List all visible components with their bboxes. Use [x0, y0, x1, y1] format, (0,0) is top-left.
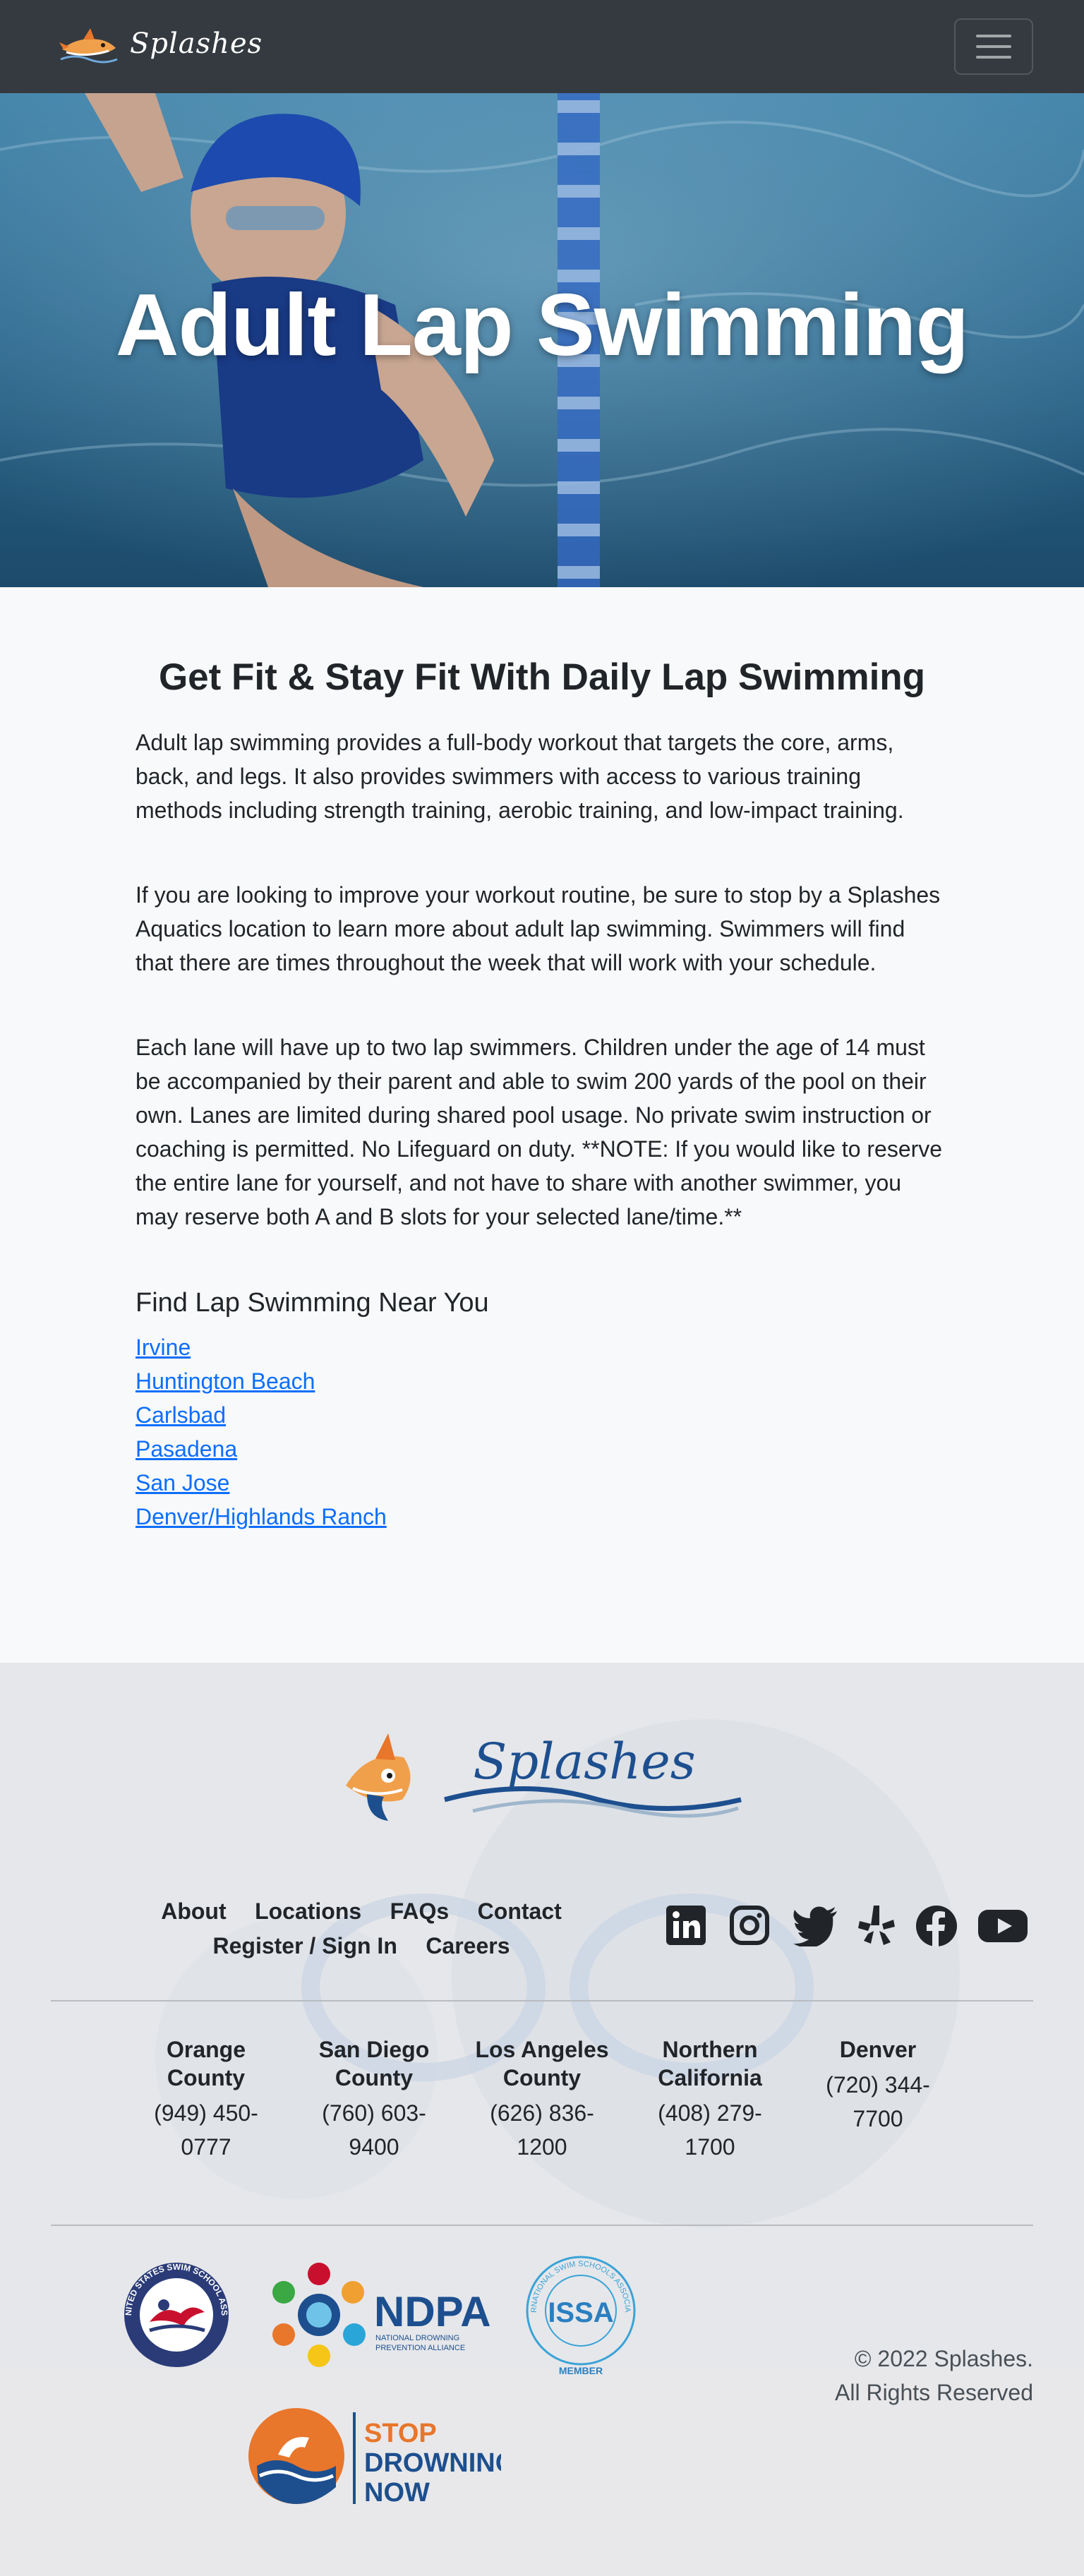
routine-paragraph: If you are looking to improve your worko… [136, 881, 941, 975]
footer-splashes-logo: Splashes [346, 1733, 742, 1821]
footer-divider [51, 2225, 1033, 2226]
footer-link-register[interactable]: Register / Sign In [212, 1933, 397, 1959]
brand-name: Splashes [130, 28, 263, 60]
region-phone[interactable]: (949) 450-0777 [136, 2096, 277, 2164]
copyright: © 2022 Splashes. All Rights Reserved [835, 2342, 1033, 2409]
svg-text:NATIONAL DROWNING: NATIONAL DROWNING [375, 2334, 459, 2342]
region-name: Northern California [658, 2037, 762, 2090]
region-northern-california: Northern California (408) 279-1700 [639, 2035, 781, 2164]
svg-text:MEMBER: MEMBER [559, 2365, 603, 2376]
region-phone[interactable]: (626) 836-1200 [471, 2096, 613, 2164]
rules-paragraph: Each lane will have up to two lap swimme… [136, 1034, 943, 1229]
region-name: Orange County [166, 2037, 246, 2090]
instagram-icon[interactable] [728, 1904, 771, 1948]
list-item: Carlsbad [136, 1398, 948, 1432]
region-contacts: Orange County (949) 450-0777 San Diego C… [136, 2035, 948, 2164]
rights-line: All Rights Reserved [835, 2380, 1033, 2405]
location-link-denver[interactable]: Denver/Highlands Ranch [136, 1504, 387, 1529]
footer: Splashes About Locations FAQs Contact Re… [0, 1663, 1084, 2576]
footer-nav: About Locations FAQs Contact Register / … [51, 1898, 672, 1968]
splashes-shark-logo-icon [59, 28, 118, 64]
region-orange-county: Orange County (949) 450-0777 [136, 2035, 277, 2164]
footer-link-locations[interactable]: Locations [255, 1898, 361, 1925]
linkedin-icon[interactable] [665, 1904, 707, 1948]
svg-text:PREVENTION ALLIANCE: PREVENTION ALLIANCE [375, 2344, 465, 2352]
list-item: Denver/Highlands Ranch [136, 1500, 948, 1534]
region-name: Denver [839, 2037, 917, 2062]
list-item: Irvine [136, 1330, 948, 1364]
svg-text:ISSA: ISSA [548, 2297, 613, 2328]
ussa-badge-logo: UNITED STATES SWIM SCHOOL ASSN 1970 1982 [121, 2260, 229, 2367]
locations-list: Irvine Huntington Beach Carlsbad Pasaden… [136, 1330, 948, 1534]
region-phone[interactable]: (760) 603-9400 [303, 2096, 445, 2164]
region-phone[interactable]: (720) 344-7700 [807, 2068, 948, 2136]
footer-link-contact[interactable]: Contact [478, 1898, 562, 1925]
location-link-san-jose[interactable]: San Jose [136, 1470, 229, 1495]
intro-paragraph: Adult lap swimming provides a full-body … [136, 729, 904, 823]
brand-link[interactable]: Splashes [59, 24, 263, 64]
svg-text:DROWNING: DROWNING [364, 2448, 501, 2478]
region-denver: Denver (720) 344-7700 [807, 2035, 948, 2164]
footer-link-about[interactable]: About [161, 1898, 226, 1925]
main-content: Get Fit & Stay Fit With Daily Lap Swimmi… [136, 587, 948, 1534]
issa-badge-logo: INTERNATIONAL SWIM SCHOOLS ASSOCIATION I… [522, 2254, 636, 2376]
region-san-diego: San Diego County (760) 603-9400 [303, 2035, 445, 2164]
region-los-angeles: Los Angeles County (626) 836-1200 [471, 2035, 613, 2164]
facebook-icon[interactable] [915, 1904, 958, 1948]
hero-title: Adult Lap Swimming [115, 277, 969, 374]
list-item: Huntington Beach [136, 1364, 948, 1398]
shark-mascot-icon [346, 1733, 411, 1821]
location-link-pasadena[interactable]: Pasadena [136, 1436, 237, 1462]
hamburger-menu-icon [976, 35, 1011, 37]
list-item: Pasadena [136, 1432, 948, 1466]
svg-text:Splashes: Splashes [473, 1733, 695, 1790]
footer-link-careers[interactable]: Careers [426, 1933, 510, 1959]
list-item: San Jose [136, 1466, 948, 1500]
copyright-line: © 2022 Splashes. [854, 2346, 1033, 2371]
region-phone[interactable]: (408) 279-1700 [639, 2096, 781, 2164]
menu-toggle-button[interactable] [954, 18, 1033, 75]
svg-text:NDPA: NDPA [374, 2288, 491, 2335]
footer-link-faqs[interactable]: FAQs [390, 1898, 450, 1925]
locations-heading: Find Lap Swimming Near You [136, 1287, 489, 1318]
svg-text:NOW: NOW [364, 2478, 430, 2508]
footer-divider [51, 2000, 1033, 2002]
region-name: San Diego County [318, 2037, 430, 2090]
region-name: Los Angeles County [475, 2037, 609, 2090]
youtube-icon[interactable] [978, 1904, 1028, 1948]
location-link-huntington-beach[interactable]: Huntington Beach [136, 1368, 315, 1394]
ndpa-badge-logo: NDPA NATIONAL DROWNING PREVENTION ALLIAN… [272, 2263, 491, 2367]
svg-text:STOP: STOP [364, 2419, 437, 2448]
twitter-icon[interactable] [792, 1904, 838, 1948]
navbar: Splashes [0, 0, 1084, 93]
location-link-carlsbad[interactable]: Carlsbad [136, 1402, 226, 1428]
svg-text:1982: 1982 [193, 2319, 210, 2327]
hero-banner: Adult Lap Swimming [0, 93, 1084, 587]
stop-drowning-now-logo: STOP DROWNING NOW [248, 2408, 501, 2508]
section-heading: Get Fit & Stay Fit With Daily Lap Swimmi… [158, 656, 926, 698]
yelp-icon[interactable] [857, 1904, 896, 1948]
location-link-irvine[interactable]: Irvine [136, 1335, 191, 1360]
social-links [665, 1904, 1028, 1948]
